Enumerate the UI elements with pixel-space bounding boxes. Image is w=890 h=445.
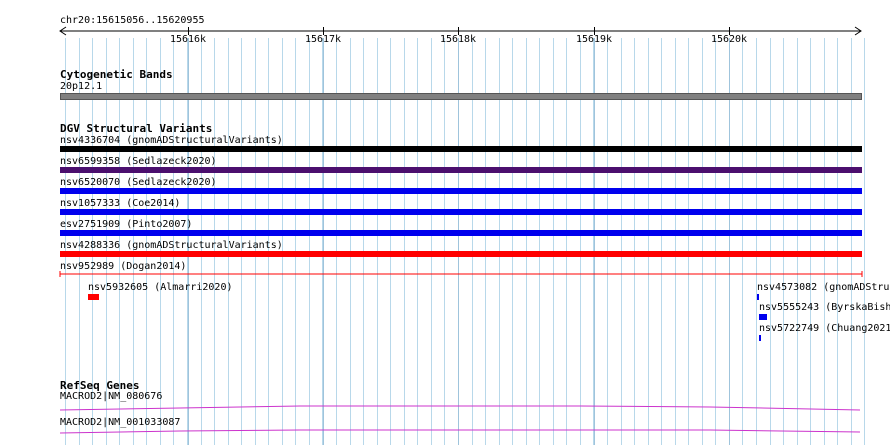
variant-label: nsv5555243 (ByrskaBish: [759, 302, 890, 313]
variant-label: nsv5722749 (Chuang2021: [759, 323, 890, 334]
dgv-track-title: DGV Structural Variants: [60, 122, 213, 135]
cytoband-track-title: Cytogenetic Bands: [60, 68, 173, 81]
ruler-tick: [729, 27, 730, 35]
variant-bar[interactable]: [60, 146, 862, 152]
ruler-tick: [323, 27, 324, 35]
ruler-tick-label: 15618k: [439, 34, 477, 45]
ruler-tick: [188, 27, 189, 35]
cytoband-label: 20p12.1: [60, 81, 103, 92]
ruler-tick-label: 15616k: [169, 34, 207, 45]
variant-span-line[interactable]: [58, 270, 864, 278]
gene-line[interactable]: [60, 427, 862, 437]
ruler-tick-label: 15617k: [304, 34, 342, 45]
ruler-tick-label: 15620k: [710, 34, 748, 45]
ruler-tick: [458, 27, 459, 35]
cytoband-bar[interactable]: [60, 93, 862, 100]
variant-bar[interactable]: [60, 167, 862, 173]
variant-bar[interactable]: [757, 294, 759, 300]
variant-bar[interactable]: [759, 335, 761, 341]
variant-bar[interactable]: [88, 294, 99, 300]
ruler-tick-label: 15619k: [575, 34, 613, 45]
variant-bar[interactable]: [60, 188, 862, 194]
variant-bar[interactable]: [759, 314, 767, 320]
ruler-tick: [594, 27, 595, 35]
variant-bar[interactable]: [60, 209, 862, 215]
variant-label: nsv5932605 (Almarri2020): [88, 282, 233, 293]
variant-label: nsv4573082 (gnomADStruc: [757, 282, 890, 293]
variant-bar[interactable]: [60, 230, 862, 236]
variant-bar[interactable]: [60, 251, 862, 257]
gene-line[interactable]: [60, 402, 862, 412]
